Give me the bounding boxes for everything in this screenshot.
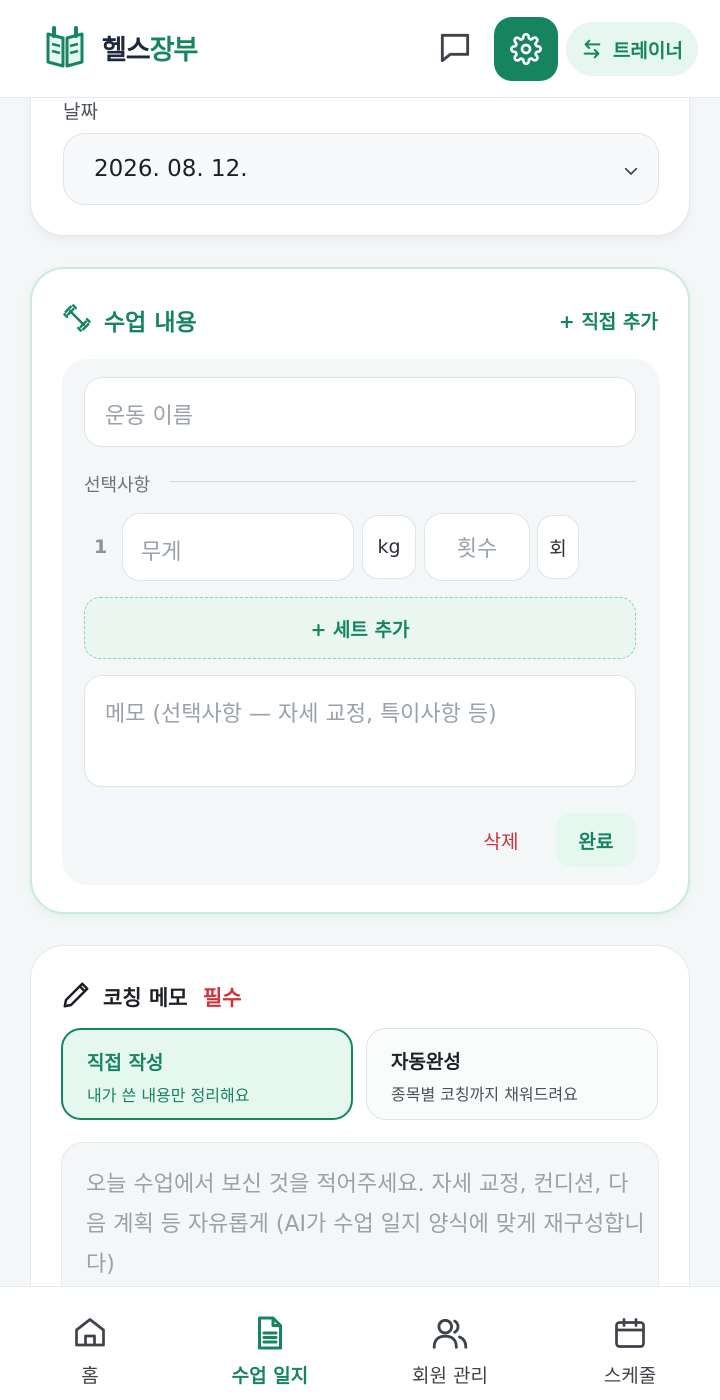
gear-icon (510, 33, 542, 65)
chat-icon (440, 33, 470, 63)
document-icon (258, 1316, 282, 1350)
weight-input[interactable]: 무게 (122, 513, 354, 581)
mode-auto-title: 자동완성 (391, 1051, 461, 1073)
pencil-icon (63, 982, 89, 1008)
exercise-name-input[interactable]: 운동 이름 (84, 377, 636, 447)
home-icon (75, 1318, 105, 1347)
exercise-entry: 운동 이름 선택사항 1 무게 kg 횟수 회 + 세트 추가 메모 (선택사항… (62, 359, 660, 885)
add-direct-button[interactable]: + 직접 추가 (559, 307, 658, 334)
optional-label: 선택사항 (84, 475, 151, 496)
weight-placeholder: 무게 (141, 540, 182, 565)
open-book-logo-icon (46, 26, 84, 68)
class-content-card: 수업 내용 + 직접 추가 운동 이름 선택사항 1 무게 kg 횟수 회 + … (30, 267, 690, 914)
mode-direct-title: 직접 작성 (87, 1052, 164, 1074)
mode-direct-option[interactable]: 직접 작성 내가 쓴 내용만 정리해요 (61, 1028, 353, 1120)
nav-label-home: 홈 (81, 1365, 99, 1387)
nav-item-schedule[interactable]: 스케줄 (540, 1287, 720, 1400)
switch-trainer-button[interactable]: 트레이너 (566, 22, 698, 76)
reps-placeholder: 횟수 (456, 537, 498, 562)
date-label: 날짜 (63, 101, 98, 123)
reps-input[interactable]: 횟수 (424, 513, 530, 581)
memo-textarea[interactable]: 메모 (선택사항 — 자세 교정, 특이사항 등) (84, 675, 636, 787)
nav-item-home[interactable]: 홈 (0, 1287, 180, 1400)
mode-direct-subtitle: 내가 쓴 내용만 정리해요 (87, 1086, 250, 1105)
chat-button[interactable] (430, 26, 480, 70)
exercise-name-placeholder: 운동 이름 (105, 404, 193, 429)
brand-name: 헬스장부 (102, 28, 199, 67)
set-number: 1 (94, 536, 108, 558)
date-select[interactable]: 2026. 08. 12. (63, 133, 659, 205)
date-value: 2026. 08. 12. (94, 156, 248, 182)
users-icon (432, 1318, 468, 1349)
nav-item-class-log[interactable]: 수업 일지 (180, 1287, 360, 1400)
settings-button[interactable] (494, 17, 558, 81)
bottom-navigation: 홈 수업 일지 회원 관리 스케줄 (0, 1286, 720, 1400)
add-set-button[interactable]: + 세트 추가 (84, 597, 636, 659)
mode-auto-option[interactable]: 자동완성 종목별 코칭까지 채워드려요 (366, 1028, 658, 1120)
weight-unit-button[interactable]: kg (362, 515, 416, 579)
memo-placeholder: 메모 (선택사항 — 자세 교정, 특이사항 등) (105, 702, 497, 727)
chevron-down-icon (624, 167, 638, 175)
nav-label-members: 회원 관리 (412, 1365, 488, 1387)
brand-part-2: 장부 (149, 35, 199, 66)
coaching-memo-title: 코칭 메모 (103, 986, 188, 1010)
brand-part-1: 헬스 (102, 35, 151, 66)
app-header: 헬스장부 트레이너 (0, 0, 720, 98)
dumbbell-icon (63, 304, 91, 332)
nav-label-class-log: 수업 일지 (231, 1365, 309, 1387)
nav-label-schedule: 스케줄 (603, 1365, 657, 1387)
nav-item-members[interactable]: 회원 관리 (360, 1287, 540, 1400)
mode-auto-subtitle: 종목별 코칭까지 채워드려요 (391, 1085, 578, 1104)
calendar-icon (615, 1318, 645, 1348)
trainer-label: 트레이너 (613, 39, 683, 62)
done-button[interactable]: 완료 (556, 813, 636, 867)
optional-divider (170, 481, 636, 482)
required-badge: 필수 (203, 986, 242, 1010)
coaching-memo-placeholder: 오늘 수업에서 보신 것을 적어주세요. 자세 교정, 컨디션, 다음 계획 등… (86, 1172, 645, 1277)
swap-arrows-icon (583, 39, 601, 59)
delete-button[interactable]: 삭제 (466, 815, 536, 865)
reps-unit-button[interactable]: 회 (537, 515, 579, 579)
class-content-title: 수업 내용 (104, 310, 197, 336)
